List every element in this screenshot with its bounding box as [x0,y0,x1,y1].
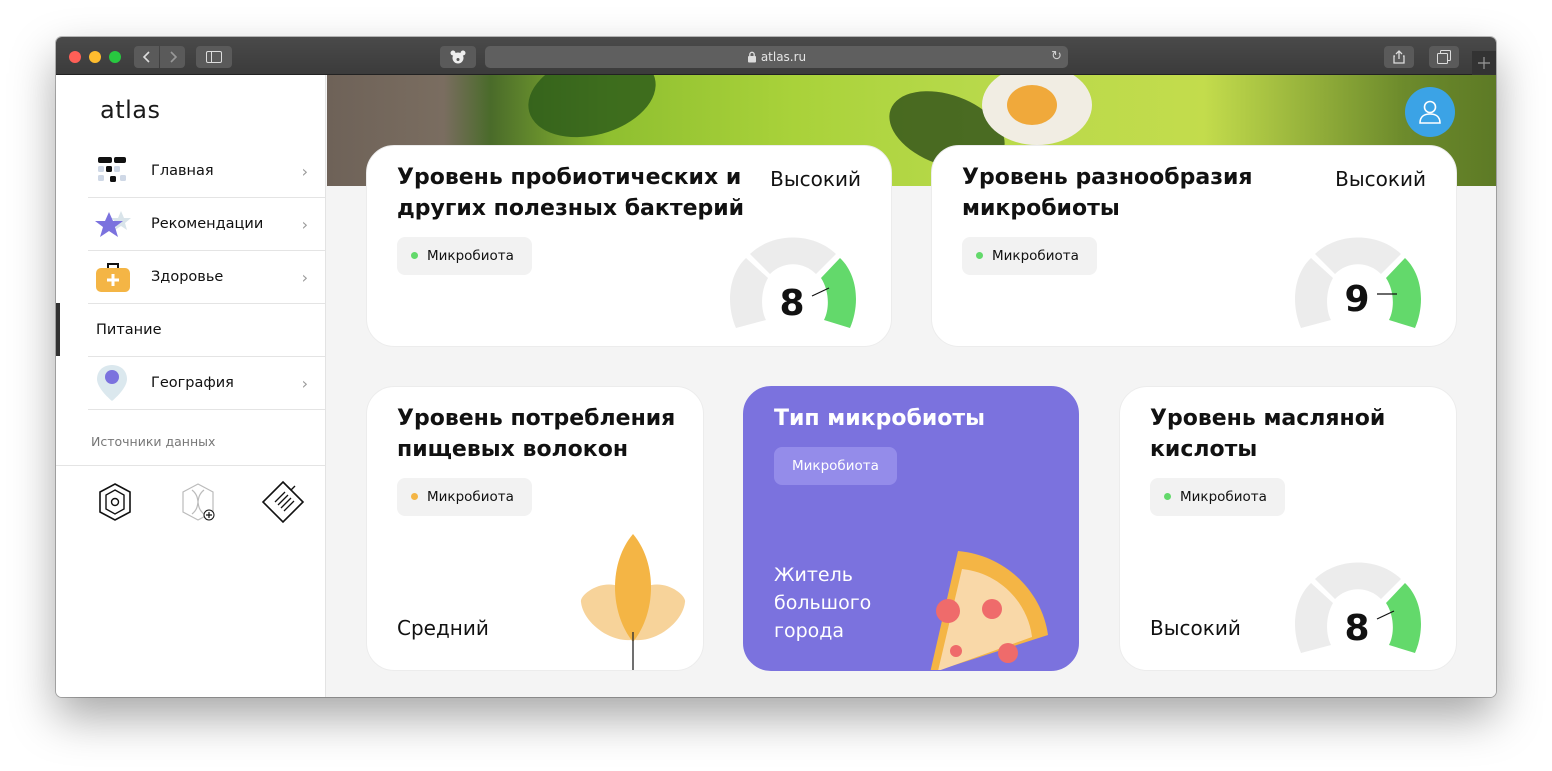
star-icon [95,211,131,237]
score-value: 8 [779,283,804,324]
reload-icon[interactable]: ↻ [1051,49,1062,64]
sidebar-item-label: Здоровье [151,269,224,285]
url-text: atlas.ru [760,50,807,64]
microbiota-type-card[interactable]: Тип микробиоты Микробиота Житель большог… [743,386,1079,671]
data-sources-heading: Источники данных [91,434,216,449]
card-title: Уровень потребления пищевых волокон [397,406,676,462]
first-aid-icon [96,263,130,292]
share-button[interactable] [1384,46,1414,68]
microbiota-type-result: Житель большого города [774,564,872,642]
app-logo[interactable]: atlas [100,96,161,124]
close-window-button[interactable] [69,51,81,63]
card-title: Уровень разнообразия микробиоты [962,165,1253,221]
dna-add-icon[interactable] [176,480,220,524]
sidebar-item-label: Рекомендации [151,216,264,232]
chevron-right-icon [169,51,177,63]
plus-icon [1478,57,1490,69]
user-icon [1419,100,1441,124]
score-value: 9 [1344,279,1369,320]
profile-button[interactable] [1405,87,1455,137]
status-dot [411,252,418,259]
extension-button[interactable] [440,46,476,68]
level-value: Средний [397,616,489,640]
chevron-right-icon: › [301,373,308,393]
butyric-acid-card[interactable]: Уровень масляной кислоты Микробиота Высо… [1119,386,1457,671]
probiotic-level-card[interactable]: Уровень пробиотических и других полезных… [366,145,892,347]
minimize-window-button[interactable] [89,51,101,63]
main-content: Уровень пробиотических и других полезных… [327,75,1496,697]
lab-report-icon[interactable] [261,480,305,524]
sidebar-item-label: География [151,375,234,391]
tab-overview-button[interactable] [1429,46,1459,68]
sidebar-item-home[interactable]: Главная › [88,145,325,198]
sidebar: atlas Главная › Рекомендации › Здоровье … [56,75,326,697]
diversity-level-card[interactable]: Уровень разнообразия микробиоты Высокий … [931,145,1457,347]
score-gauge: 8 [1295,562,1421,653]
wheat-illustration [580,534,686,670]
microbiota-tag[interactable]: Микробиота [774,447,897,485]
microbiota-tag[interactable]: Микробиота [397,478,532,516]
forward-button[interactable] [160,46,185,68]
card-title: Тип микробиоты [774,406,986,431]
microbiota-tag[interactable]: Микробиота [1150,478,1285,516]
chevron-right-icon: › [301,214,308,234]
sidebar-icon [206,51,222,63]
score-value: 8 [1344,608,1369,649]
status-dot [1164,493,1171,500]
card-title: Уровень масляной кислоты [1150,406,1386,462]
microbiota-tag[interactable]: Микробиота [962,237,1097,275]
level-value: Высокий [1335,167,1426,191]
location-pin-icon [97,365,127,401]
sidebar-item-health[interactable]: Здоровье › [88,251,325,304]
microbiota-tag[interactable]: Микробиота [397,237,532,275]
level-value: Высокий [770,167,861,191]
address-bar[interactable]: atlas.ru ↻ [485,46,1068,68]
divider [56,465,326,466]
sidebar-item-label: Главная [151,163,214,179]
share-icon [1393,50,1405,64]
sidebar-item-nutrition[interactable]: Питание [88,304,325,357]
chevron-right-icon: › [301,267,308,287]
score-gauge: 8 [730,237,856,328]
status-dot [976,252,983,259]
fiber-intake-card[interactable]: Уровень потребления пищевых волокон Микр… [366,386,704,671]
sidebar-item-geography[interactable]: География › [88,357,325,410]
pizza-illustration [930,551,1048,670]
browser-window: atlas.ru ↻ atlas Главная › Рекомендации … [56,37,1496,697]
chevron-left-icon [142,51,150,63]
zoom-window-button[interactable] [109,51,121,63]
browser-toolbar: atlas.ru ↻ [56,37,1496,75]
chevron-right-icon: › [301,161,308,181]
score-gauge: 9 [1295,237,1421,328]
bear-icon [450,50,466,64]
sidebar-item-recommendations[interactable]: Рекомендации › [88,198,325,251]
sidebar-item-label: Питание [96,322,162,338]
new-tab-button[interactable] [1472,51,1496,75]
card-title: Уровень пробиотических и других полезных… [397,165,745,221]
home-icon [98,157,126,182]
back-button[interactable] [134,46,159,68]
tabs-icon [1437,50,1451,64]
status-dot [411,493,418,500]
microbiome-kit-icon[interactable] [93,480,137,524]
sidebar-toggle-button[interactable] [196,46,232,68]
active-indicator [56,303,60,356]
level-value: Высокий [1150,616,1241,640]
lock-icon [747,51,756,63]
